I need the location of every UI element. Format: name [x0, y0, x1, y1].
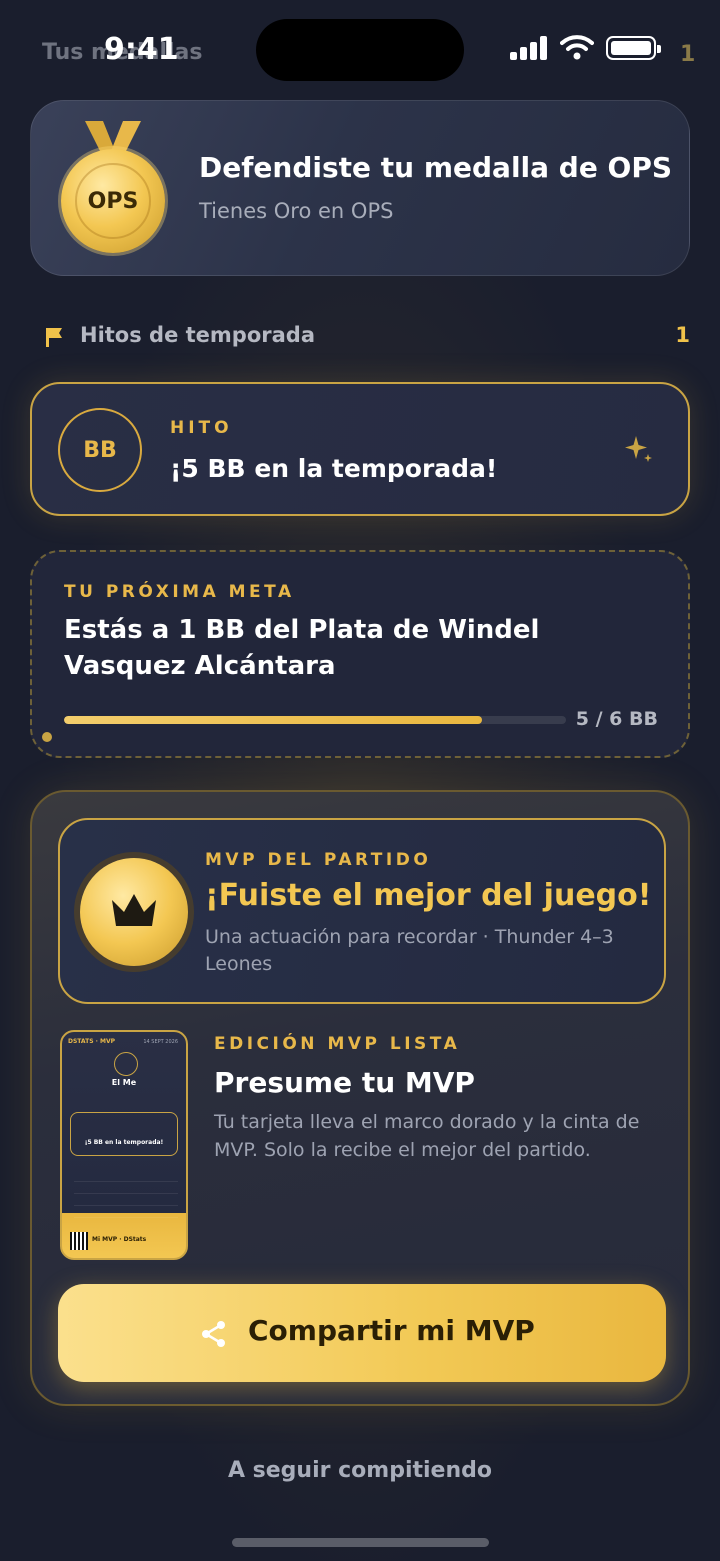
- signal-icon: [510, 36, 550, 60]
- preview-head: DSTATS · MVP: [68, 1038, 115, 1045]
- medal-title: Defendiste tu medalla de OPS: [199, 151, 673, 184]
- medal-defended-card: OPS Defendiste tu medalla de OPS Tienes …: [30, 100, 690, 276]
- section-label: Hitos de temporada: [80, 323, 315, 347]
- goal-progress-text: 5 / 6 BB: [575, 708, 658, 730]
- status-time: 9:41: [104, 32, 179, 67]
- qr-icon: [70, 1232, 88, 1250]
- bb-badge: BB: [58, 408, 142, 492]
- mvp-subtitle: Una actuación para recordar · Thunder 4–…: [205, 926, 614, 975]
- continue-button[interactable]: A seguir compitiendo: [0, 1458, 720, 1483]
- mvp-banner: MVP DEL PARTIDO ¡Fuiste el mejor del jue…: [58, 818, 666, 1004]
- preview-avatar: [114, 1052, 138, 1076]
- medal-label: OPS: [75, 163, 151, 239]
- preview-milestone: ¡5 BB en la temporada!: [70, 1112, 178, 1156]
- sparkle-icon: [625, 436, 652, 462]
- share-icon: [202, 1321, 225, 1347]
- goal-dot: [42, 732, 52, 742]
- goal-progress-bar: [64, 716, 566, 724]
- mvp-title: ¡Fuiste el mejor del juego!: [205, 878, 652, 913]
- section-count: 1: [675, 323, 690, 347]
- milestone-title: ¡5 BB en la temporada!: [170, 454, 498, 483]
- preview-name: El Me: [111, 1078, 137, 1087]
- status-bar: Tus medallas 9:41 1: [0, 0, 720, 100]
- edition-label: EDICIÓN MVP LISTA: [214, 1034, 461, 1054]
- share-mvp-button[interactable]: Compartir mi MVP: [58, 1284, 666, 1382]
- preview-milestone-text: ¡5 BB en la temporada!: [84, 1139, 164, 1146]
- underlying-count: 1: [680, 42, 696, 67]
- home-indicator: [232, 1538, 489, 1547]
- gold-medal-icon: OPS: [61, 121, 165, 253]
- share-button-label: Compartir mi MVP: [248, 1314, 535, 1347]
- mvp-label: MVP DEL PARTIDO: [205, 850, 432, 870]
- flag-icon: [46, 328, 62, 347]
- section-header: Hitos de temporada 1: [44, 320, 690, 354]
- wifi-icon: [560, 35, 594, 60]
- mvp-section: MVP DEL PARTIDO ¡Fuiste el mejor del jue…: [30, 790, 690, 1406]
- goal-title: Estás a 1 BB del Plata de Windel Vasquez…: [64, 615, 540, 681]
- battery-icon: [606, 36, 661, 60]
- edition-title: Presume tu MVP: [214, 1066, 475, 1099]
- crown-medal: [80, 858, 188, 966]
- dynamic-island: [256, 19, 464, 81]
- preview-stats: [74, 1176, 178, 1224]
- edition-description: Tu tarjeta lleva el marco dorado y la ci…: [214, 1111, 640, 1161]
- next-goal-card: TU PRÓXIMA META Estás a 1 BB del Plata d…: [30, 550, 690, 758]
- milestone-card[interactable]: BB HITO ¡5 BB en la temporada!: [30, 382, 690, 516]
- preview-date: 14 SEPT 2026: [143, 1039, 178, 1045]
- milestone-label: HITO: [170, 418, 233, 438]
- preview-footer: Mi MVP · DStats: [92, 1236, 147, 1243]
- medal-subtitle: Tienes Oro en OPS: [199, 199, 394, 223]
- goal-label: TU PRÓXIMA META: [64, 582, 295, 602]
- crown-icon: [112, 894, 156, 926]
- mvp-card-preview[interactable]: DSTATS · MVP 14 SEPT 2026 El Me ¡5 BB en…: [60, 1030, 188, 1260]
- goal-progress-fill: [64, 716, 483, 724]
